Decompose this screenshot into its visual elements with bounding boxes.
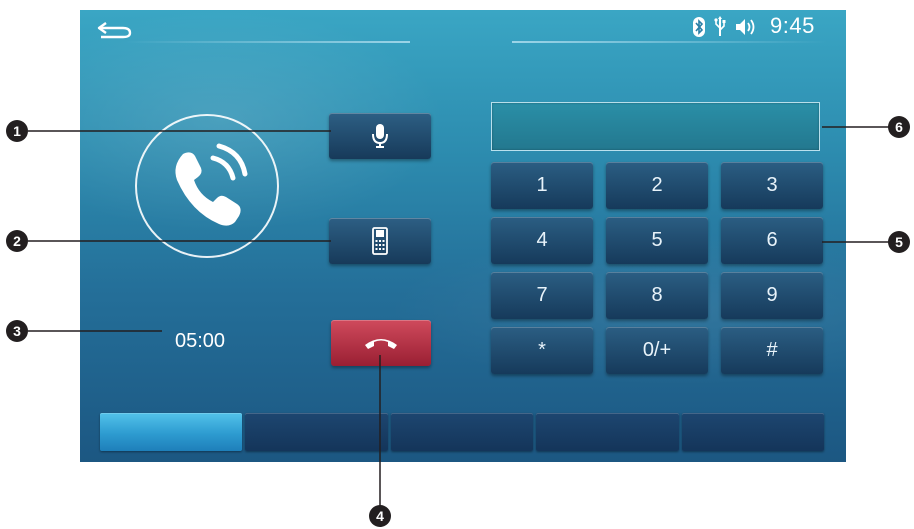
callout-3: 3 (6, 320, 28, 342)
callout-2: 2 (6, 230, 28, 252)
callout-4: 4 (369, 505, 391, 527)
callout-5: 5 (888, 231, 910, 253)
callout-6: 6 (888, 116, 910, 138)
figure: 9:45 05:00 1 2 3 4 5 6 7 8 9 * 0/+ # 1 2… (0, 0, 914, 529)
callout-lines (28, 126, 890, 508)
callout-1: 1 (6, 120, 28, 142)
